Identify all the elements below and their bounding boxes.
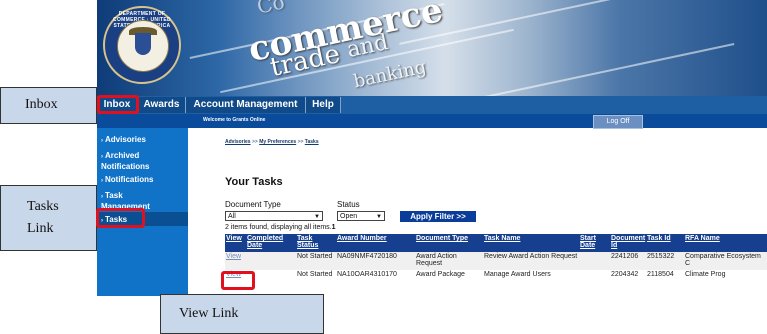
status-value: Open xyxy=(340,213,358,220)
table-cell: Not Started xyxy=(296,270,336,288)
tasks-callout: Tasks Link xyxy=(0,185,97,251)
breadcrumb: Advisories >> My Preferences >> Tasks xyxy=(225,139,319,145)
table-cell: Award Package xyxy=(415,270,483,288)
main-content: Advisories >> My Preferences >> Tasks Yo… xyxy=(188,128,767,296)
chevron-right-icon: › xyxy=(101,154,103,160)
seal-inner xyxy=(117,20,169,72)
status-label: Status xyxy=(337,200,360,209)
table-cell xyxy=(579,252,610,270)
view-highlight-box xyxy=(221,271,255,290)
breadcrumb-separator: >> xyxy=(297,139,304,145)
tab-help[interactable]: Help xyxy=(306,97,341,113)
sidebar-item-notifications[interactable]: › Notifications xyxy=(101,175,153,186)
column-header-completed-date[interactable]: Completed Date xyxy=(246,234,296,252)
table-cell xyxy=(579,270,610,288)
header-banner: DEPARTMENT OF COMMERCE · UNITED STATES O… xyxy=(97,0,767,96)
breadcrumb-separator: >> xyxy=(251,139,258,145)
column-header-award-number[interactable]: Award Number xyxy=(336,234,415,252)
document-type-select[interactable]: All ▼ xyxy=(225,211,323,221)
column-header-task-status[interactable]: Task Status xyxy=(296,234,336,252)
dropdown-arrow-icon: ▼ xyxy=(314,214,320,220)
breadcrumb-tasks[interactable]: Tasks xyxy=(305,139,319,145)
welcome-bar: Welcome to Grants Online Log Off xyxy=(97,114,767,129)
table-cell xyxy=(246,252,296,270)
table-cell: View xyxy=(225,252,246,270)
tasks-callout-line1: Tasks xyxy=(27,199,59,214)
shield-icon xyxy=(135,33,151,55)
breadcrumb-my-preferences[interactable]: My Preferences xyxy=(259,139,296,145)
table-cell: Review Award Action Request xyxy=(483,252,579,270)
column-header-start-date[interactable]: Start Date xyxy=(579,234,610,252)
table-cell: Not Started xyxy=(296,252,336,270)
sidebar-item-archived-notifications[interactable]: › Archived Notifications xyxy=(101,151,185,171)
logoff-button[interactable]: Log Off xyxy=(593,115,643,129)
table-cell: 2241206 xyxy=(610,252,646,270)
document-type-label: Document Type xyxy=(225,200,281,209)
column-header-rfa-name[interactable]: RFA Name xyxy=(684,234,767,252)
table-cell: Comparative Ecosystem C xyxy=(684,252,767,270)
inbox-highlight-box xyxy=(97,95,139,114)
sidebar-item-advisories[interactable]: › Advisories xyxy=(101,135,146,146)
results-page-number: 1 xyxy=(331,224,336,231)
banner-word: Co xyxy=(254,0,287,19)
view-callout-text: View Link xyxy=(179,306,239,321)
breadcrumb-advisories[interactable]: Advisories xyxy=(225,139,251,145)
view-callout: View Link xyxy=(160,294,324,334)
grants-online-app: DEPARTMENT OF COMMERCE · UNITED STATES O… xyxy=(97,0,767,296)
table-cell: 2515322 xyxy=(646,252,684,270)
view-link[interactable]: View xyxy=(226,253,241,260)
table-row: View Not Started NA09NMF4720180 Award Ac… xyxy=(225,252,767,270)
table-cell: NA09NMF4720180 xyxy=(336,252,415,270)
sidebar-item-label: Archived Notifications xyxy=(101,151,150,171)
column-header-task-name[interactable]: Task Name xyxy=(483,234,579,252)
chevron-right-icon: › xyxy=(101,138,103,144)
doc-seal-logo: DEPARTMENT OF COMMERCE · UNITED STATES O… xyxy=(103,6,181,84)
sidebar-item-label: Advisories xyxy=(105,135,146,144)
status-select[interactable]: Open ▼ xyxy=(337,211,385,221)
dropdown-arrow-icon: ▼ xyxy=(376,214,382,220)
results-count-text: 2 items found, displaying all items. xyxy=(225,224,332,231)
table-cell: 2118504 xyxy=(646,270,684,288)
table-row: View Not Started NA10OAR4310170 Award Pa… xyxy=(225,270,767,288)
chevron-right-icon: › xyxy=(101,178,103,184)
apply-filter-button[interactable]: Apply Filter >> xyxy=(400,211,476,222)
inbox-callout: Inbox xyxy=(0,87,97,124)
table-header-row: View Completed Date Task Status Award Nu… xyxy=(225,234,767,252)
column-header-view[interactable]: View xyxy=(225,234,246,252)
sidebar-item-label: Notifications xyxy=(105,175,154,184)
table-cell: NA10OAR4310170 xyxy=(336,270,415,288)
table-cell: Manage Award Users xyxy=(483,270,579,288)
tasks-highlight-box xyxy=(96,208,145,228)
column-header-task-id[interactable]: Task Id xyxy=(646,234,684,252)
document-type-value: All xyxy=(228,213,236,220)
table-cell: Award Action Request xyxy=(415,252,483,270)
tab-awards[interactable]: Awards xyxy=(138,97,186,113)
tasks-table: View Completed Date Task Status Award Nu… xyxy=(225,234,767,288)
column-header-document-id[interactable]: Document Id xyxy=(610,234,646,252)
page-title: Your Tasks xyxy=(225,176,283,188)
tasks-callout-line2: Link xyxy=(27,221,54,236)
top-nav: Inbox Awards Account Management Help xyxy=(97,96,767,114)
results-count: 2 items found, displaying all items.1 xyxy=(225,224,336,231)
table-cell: 2204342 xyxy=(610,270,646,288)
table-cell: Climate Prog xyxy=(684,270,767,288)
tab-account-management[interactable]: Account Management xyxy=(186,97,306,113)
welcome-text: Welcome to Grants Online xyxy=(203,117,266,123)
banner-streak xyxy=(479,42,735,96)
column-header-document-type[interactable]: Document Type xyxy=(415,234,483,252)
chevron-right-icon: › xyxy=(101,194,103,200)
inbox-callout-text: Inbox xyxy=(25,97,58,112)
